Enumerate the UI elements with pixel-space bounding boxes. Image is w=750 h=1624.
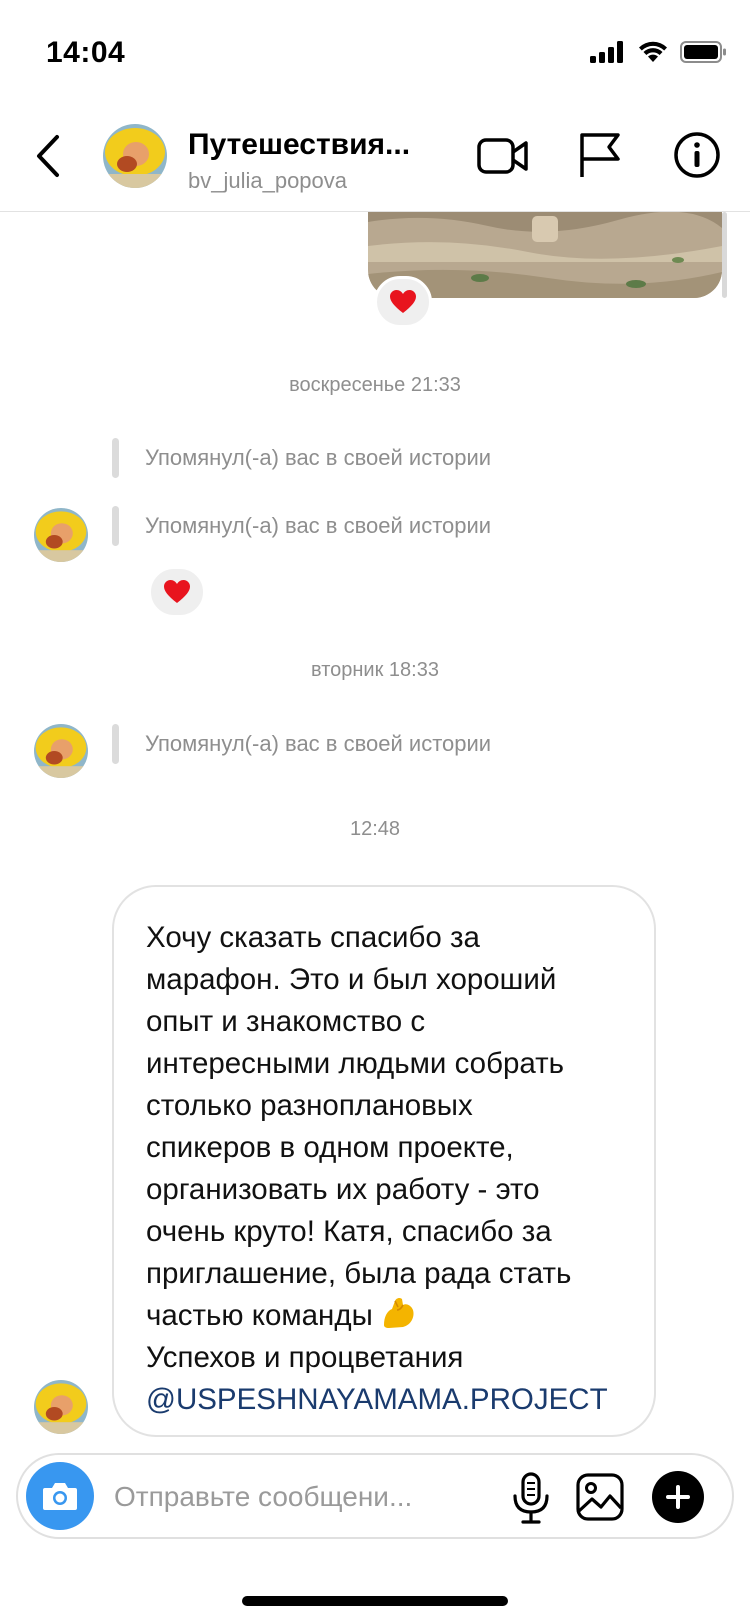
message-input[interactable]	[114, 1475, 474, 1519]
info-icon	[674, 132, 720, 178]
story-mention-text: Упомянул(-а) вас в своей истории	[145, 731, 492, 756]
contact-avatar[interactable]	[103, 124, 167, 188]
chat-header: Путешествия... bv_julia_popova	[0, 100, 750, 212]
wifi-icon	[639, 41, 667, 62]
signal-icon	[590, 41, 623, 63]
voice-message-button[interactable]	[506, 1471, 556, 1525]
reaction-badge[interactable]	[374, 276, 432, 328]
mention-bar	[112, 724, 119, 764]
message-bubble[interactable]: Хочу сказать спасибо за марафон. Это и б…	[112, 885, 656, 1437]
story-mention[interactable]: Упомянул(-а) вас в своей истории	[112, 506, 491, 546]
battery-icon	[680, 41, 726, 63]
story-mention-text: Упомянул(-а) вас в своей истории	[145, 445, 492, 470]
back-button[interactable]	[26, 130, 70, 182]
avatar-image	[103, 124, 167, 188]
sender-avatar[interactable]	[34, 1380, 88, 1434]
avatar-image	[34, 724, 88, 778]
mention-bar	[112, 506, 119, 546]
plus-icon	[666, 1485, 690, 1509]
timestamp: 12:48	[349, 818, 401, 840]
message-closing: Успехов и процветания	[146, 1341, 464, 1374]
camera-button[interactable]	[26, 1462, 94, 1530]
sender-avatar[interactable]	[34, 724, 88, 778]
timestamp: воскресенье 21:33	[289, 374, 461, 396]
camera-icon	[43, 1483, 77, 1510]
home-indicator[interactable]	[242, 1596, 508, 1606]
gallery-icon	[576, 1473, 624, 1521]
status-time: 14:04	[46, 36, 126, 69]
story-mention[interactable]: Упомянул(-а) вас в своей истории	[112, 438, 491, 478]
account-mention-link[interactable]: @USPESHNAYAMAMA.PROJECT	[146, 1379, 624, 1421]
conversation-username[interactable]: bv_julia_popova	[188, 168, 347, 194]
flexed-biceps-icon	[383, 1297, 414, 1328]
message-body: Хочу сказать спасибо за марафон. Это и б…	[146, 917, 624, 1337]
reaction-badge[interactable]	[148, 566, 206, 618]
status-icons	[590, 40, 728, 64]
heart-icon	[390, 290, 416, 313]
info-button[interactable]	[672, 130, 722, 180]
mention-bar	[112, 438, 119, 478]
sender-avatar[interactable]	[34, 508, 88, 562]
story-mention-text: Упомянул(-а) вас в своей истории	[145, 513, 492, 538]
heart-icon	[164, 580, 190, 603]
message-composer	[16, 1453, 734, 1539]
flag-icon	[580, 133, 620, 177]
back-arrow-icon	[37, 135, 59, 177]
status-bar: 14:04	[0, 0, 750, 100]
report-button[interactable]	[576, 130, 622, 180]
story-mention[interactable]: Упомянул(-а) вас в своей истории	[112, 724, 491, 764]
video-call-icon	[477, 138, 528, 174]
timestamp: вторник 18:33	[311, 659, 439, 681]
avatar-image	[34, 1380, 88, 1434]
microphone-icon	[513, 1472, 549, 1524]
gallery-button[interactable]	[574, 1471, 626, 1523]
avatar-image	[34, 508, 88, 562]
more-options-button[interactable]	[652, 1471, 704, 1523]
conversation-title[interactable]: Путешествия...	[188, 128, 410, 162]
video-call-button[interactable]	[476, 132, 530, 180]
message-text: Хочу сказать спасибо за марафон. Это и б…	[146, 921, 572, 1332]
scroll-indicator[interactable]	[722, 212, 727, 298]
